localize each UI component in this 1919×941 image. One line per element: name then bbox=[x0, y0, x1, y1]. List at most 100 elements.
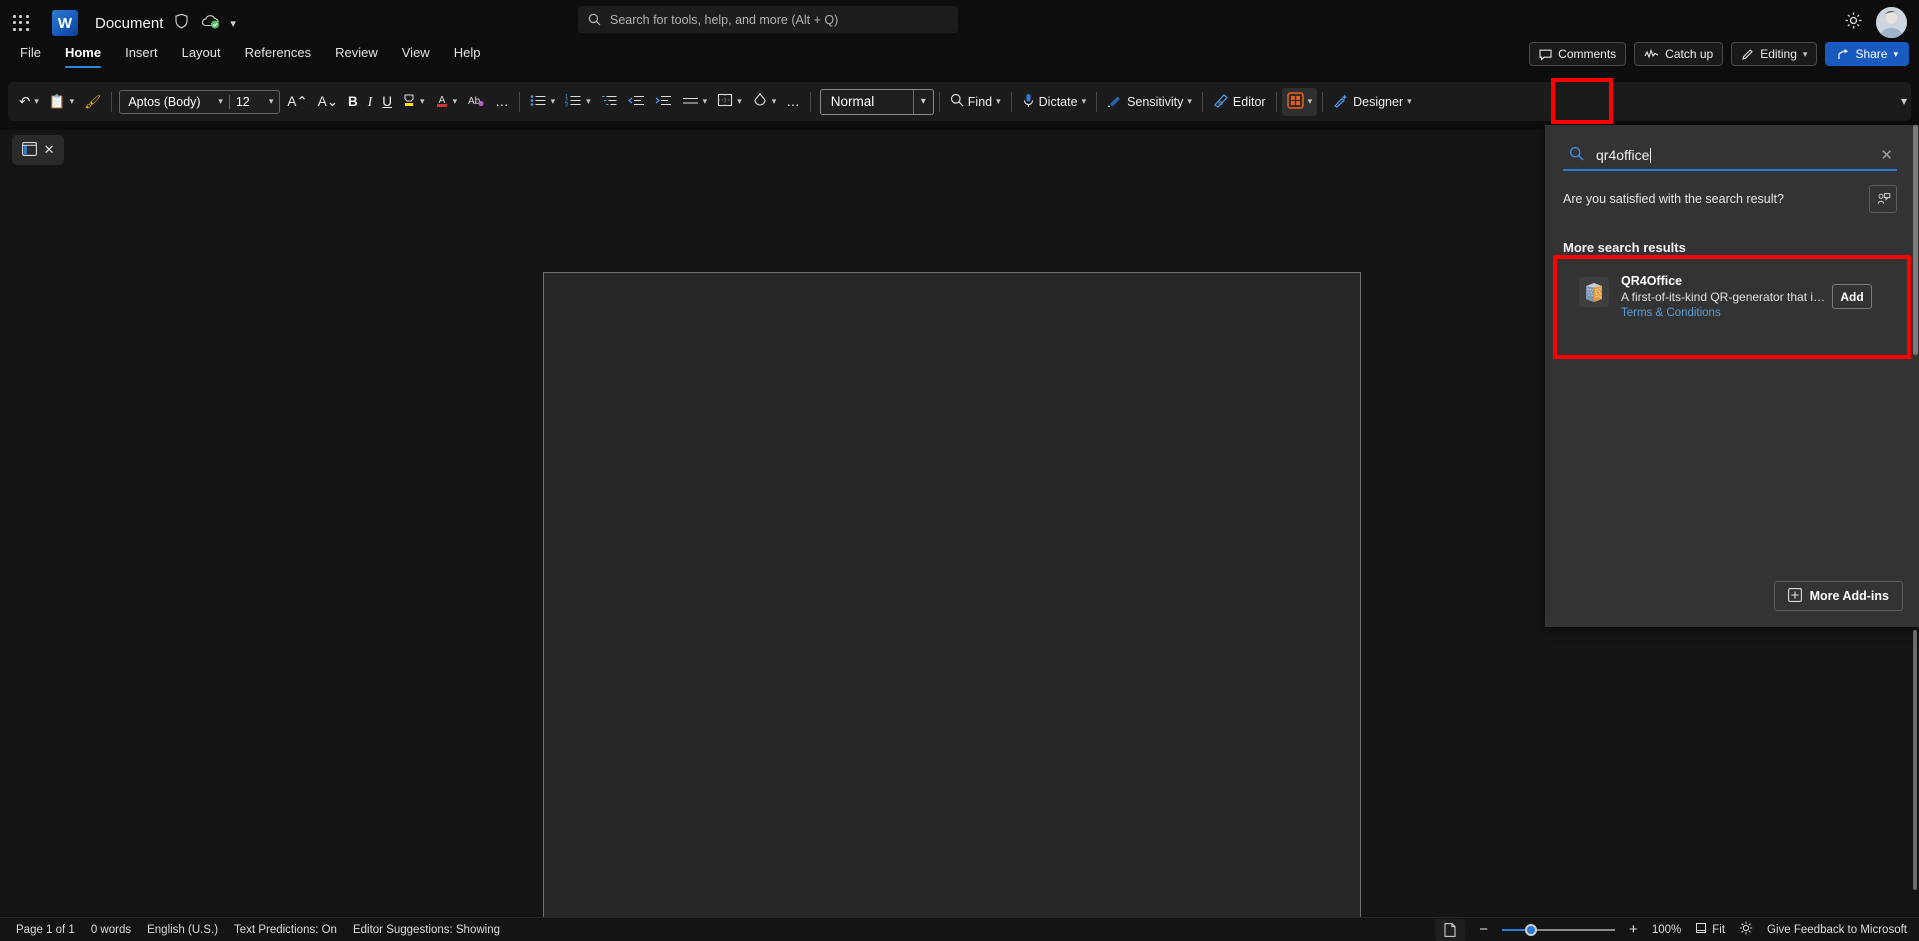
more-search-results-header: More search results bbox=[1563, 240, 1686, 255]
editing-mode-button[interactable]: Editing ▾ bbox=[1731, 42, 1818, 66]
give-feedback-button[interactable]: Give Feedback to Microsoft bbox=[1767, 924, 1907, 936]
designer-label: Designer bbox=[1353, 94, 1404, 109]
share-button[interactable]: Share ▾ bbox=[1825, 42, 1909, 66]
clear-formatting-button[interactable]: Ab bbox=[462, 88, 490, 116]
undo-button[interactable]: ↶ ▾ bbox=[14, 88, 44, 116]
result-meta: QR4Office A first-of-its-kind QR-generat… bbox=[1621, 274, 1826, 319]
search-icon bbox=[1569, 146, 1584, 165]
tab-review[interactable]: Review bbox=[324, 42, 389, 63]
tab-view[interactable]: View bbox=[391, 42, 441, 63]
designer-button[interactable]: Designer ▾ bbox=[1328, 88, 1417, 116]
font-color-button[interactable]: A ▾ bbox=[430, 88, 463, 116]
zoom-level-label[interactable]: 100% bbox=[1652, 924, 1681, 936]
panel-scrollbar[interactable] bbox=[1913, 125, 1918, 355]
zoom-out-button[interactable]: − bbox=[1479, 921, 1488, 938]
page-view-icon[interactable] bbox=[1435, 918, 1466, 941]
shrink-font-button[interactable]: A⌄ bbox=[313, 88, 343, 116]
chevron-down-icon[interactable]: ▾ bbox=[212, 96, 229, 107]
text-highlight-button[interactable]: ▾ bbox=[397, 88, 430, 116]
chevron-down-icon[interactable]: ▾ bbox=[230, 17, 236, 30]
bullet-list-icon bbox=[530, 94, 547, 110]
word-count-status[interactable]: 0 words bbox=[91, 924, 131, 936]
sensitivity-button[interactable]: Sensitivity ▾ bbox=[1102, 88, 1197, 116]
cloud-check-icon[interactable] bbox=[200, 13, 222, 34]
global-search-input[interactable]: Search for tools, help, and more (Alt + … bbox=[578, 6, 958, 33]
tab-home[interactable]: Home bbox=[54, 42, 112, 68]
text-highlight-icon bbox=[402, 93, 416, 111]
editor-button[interactable]: Editor bbox=[1208, 88, 1271, 116]
italic-button[interactable]: I bbox=[363, 88, 378, 116]
font-color-icon: A bbox=[435, 93, 449, 111]
terms-and-conditions-link[interactable]: Terms & Conditions bbox=[1621, 307, 1826, 319]
editing-label: Editing bbox=[1760, 47, 1797, 61]
chevron-down-icon: ▾ bbox=[1802, 48, 1808, 59]
fit-label[interactable]: Fit bbox=[1712, 924, 1725, 936]
plus-box-icon bbox=[1787, 587, 1802, 605]
list-item[interactable]: QR4Office A first-of-its-kind QR-generat… bbox=[1579, 274, 1889, 319]
svg-text:Ab: Ab bbox=[468, 96, 481, 107]
text-predictions-status[interactable]: Text Predictions: On bbox=[234, 924, 337, 936]
close-icon[interactable]: ✕ bbox=[44, 142, 55, 158]
find-button[interactable]: Find ▾ bbox=[945, 88, 1006, 116]
more-addins-button[interactable]: More Add-ins bbox=[1773, 581, 1903, 611]
add-button[interactable]: Add bbox=[1832, 284, 1872, 309]
addins-search-input[interactable]: qr4office ✕ bbox=[1563, 141, 1897, 171]
fit-page-icon[interactable] bbox=[1695, 922, 1707, 937]
tab-layout[interactable]: Layout bbox=[171, 42, 232, 63]
tab-file[interactable]: File bbox=[9, 42, 52, 63]
font-name-picker[interactable]: Aptos (Body) ▾ 12 ▾ bbox=[119, 89, 281, 114]
multilevel-list-button[interactable] bbox=[596, 88, 623, 116]
increase-indent-button[interactable] bbox=[650, 88, 677, 116]
decrease-indent-button[interactable] bbox=[623, 88, 650, 116]
more-paragraph-options-button[interactable]: … bbox=[781, 88, 805, 116]
bullet-list-button[interactable]: ▾ bbox=[525, 88, 561, 116]
comments-button[interactable]: Comments bbox=[1529, 42, 1627, 66]
collapse-ribbon-button[interactable]: ▾ bbox=[1901, 94, 1907, 108]
dictate-button[interactable]: Dictate ▾ bbox=[1017, 88, 1091, 116]
settings-gear-icon[interactable] bbox=[1844, 11, 1863, 35]
shading-icon bbox=[752, 93, 768, 110]
zoom-in-button[interactable]: + bbox=[1629, 921, 1638, 938]
navigation-pane-toolbar: ✕ bbox=[12, 135, 64, 165]
underline-button[interactable]: U bbox=[377, 88, 397, 116]
catch-up-button[interactable]: Catch up bbox=[1634, 42, 1724, 66]
editor-suggestions-status[interactable]: Editor Suggestions: Showing bbox=[353, 924, 500, 936]
document-page[interactable] bbox=[543, 272, 1361, 941]
more-font-options-button[interactable]: … bbox=[490, 88, 514, 116]
search-result-highlight-box: QR4Office A first-of-its-kind QR-generat… bbox=[1553, 255, 1911, 359]
shading-button[interactable]: ▾ bbox=[747, 88, 782, 116]
chevron-down-icon[interactable]: ▾ bbox=[912, 89, 933, 114]
page-count-status[interactable]: Page 1 of 1 bbox=[16, 924, 75, 936]
editor-icon bbox=[1213, 93, 1229, 111]
focus-mode-icon[interactable] bbox=[1739, 921, 1753, 938]
language-status[interactable]: English (U.S.) bbox=[147, 924, 218, 936]
chevron-down-icon[interactable]: ▾ bbox=[263, 96, 280, 107]
add-ins-button[interactable]: ▾ bbox=[1281, 87, 1318, 116]
share-icon bbox=[1838, 48, 1849, 59]
format-painter-button[interactable]: 🖌 bbox=[79, 88, 106, 116]
zoom-slider-knob[interactable] bbox=[1525, 923, 1538, 936]
tab-insert[interactable]: Insert bbox=[114, 42, 169, 63]
page-scrollbar[interactable] bbox=[1913, 630, 1917, 890]
app-launcher-icon[interactable] bbox=[10, 12, 32, 34]
microphone-icon bbox=[1022, 93, 1035, 111]
navigation-pane-icon[interactable] bbox=[21, 141, 37, 159]
paste-button[interactable]: 📋 ▾ bbox=[44, 88, 79, 116]
borders-button[interactable]: ▾ bbox=[712, 88, 747, 116]
grow-font-button[interactable]: A⌃ bbox=[282, 88, 312, 116]
numbered-list-icon: 123 bbox=[565, 94, 582, 110]
numbered-list-button[interactable]: 123 ▾ bbox=[560, 88, 596, 116]
zoom-slider[interactable] bbox=[1502, 923, 1616, 937]
line-spacing-button[interactable]: ▾ bbox=[677, 88, 713, 116]
style-picker[interactable]: Normal ▾ bbox=[819, 88, 934, 115]
catch-up-label: Catch up bbox=[1665, 47, 1714, 61]
tab-help[interactable]: Help bbox=[443, 42, 492, 63]
borders-icon bbox=[717, 93, 733, 110]
bold-button[interactable]: B bbox=[343, 88, 363, 116]
user-avatar[interactable] bbox=[1876, 7, 1907, 38]
feedback-icon[interactable] bbox=[1869, 185, 1897, 213]
clear-search-icon[interactable]: ✕ bbox=[1880, 146, 1893, 164]
document-title[interactable]: Document bbox=[95, 15, 163, 32]
addins-search-value: qr4office bbox=[1596, 147, 1650, 163]
tab-references[interactable]: References bbox=[234, 42, 322, 63]
